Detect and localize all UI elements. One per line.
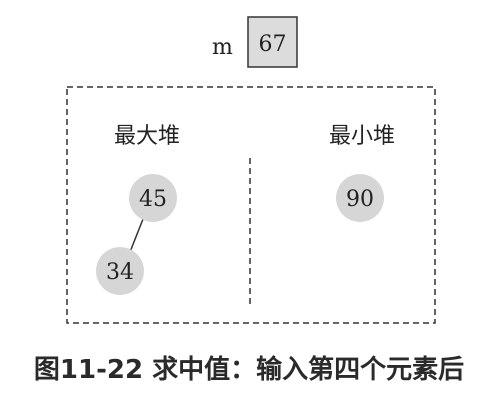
diagram-canvas: m 67 最大堆 最小堆 45 34 90 [66, 16, 436, 324]
median-value: 67 [259, 32, 287, 57]
figure-caption: 图11-22 求中值：输入第四个元素后 [33, 355, 465, 385]
min-heap-title: 最小堆 [329, 124, 395, 149]
max-heap-title: 最大堆 [114, 124, 180, 149]
max-heap-node-left-value: 34 [106, 260, 134, 285]
min-heap-node-root-value: 90 [346, 187, 374, 212]
heap-median-diagram: m 67 最大堆 最小堆 45 34 90 图11-22 求中值：输入第四个元素… [0, 0, 498, 401]
max-heap-node-root-value: 45 [139, 187, 167, 212]
median-label: m [212, 35, 233, 60]
